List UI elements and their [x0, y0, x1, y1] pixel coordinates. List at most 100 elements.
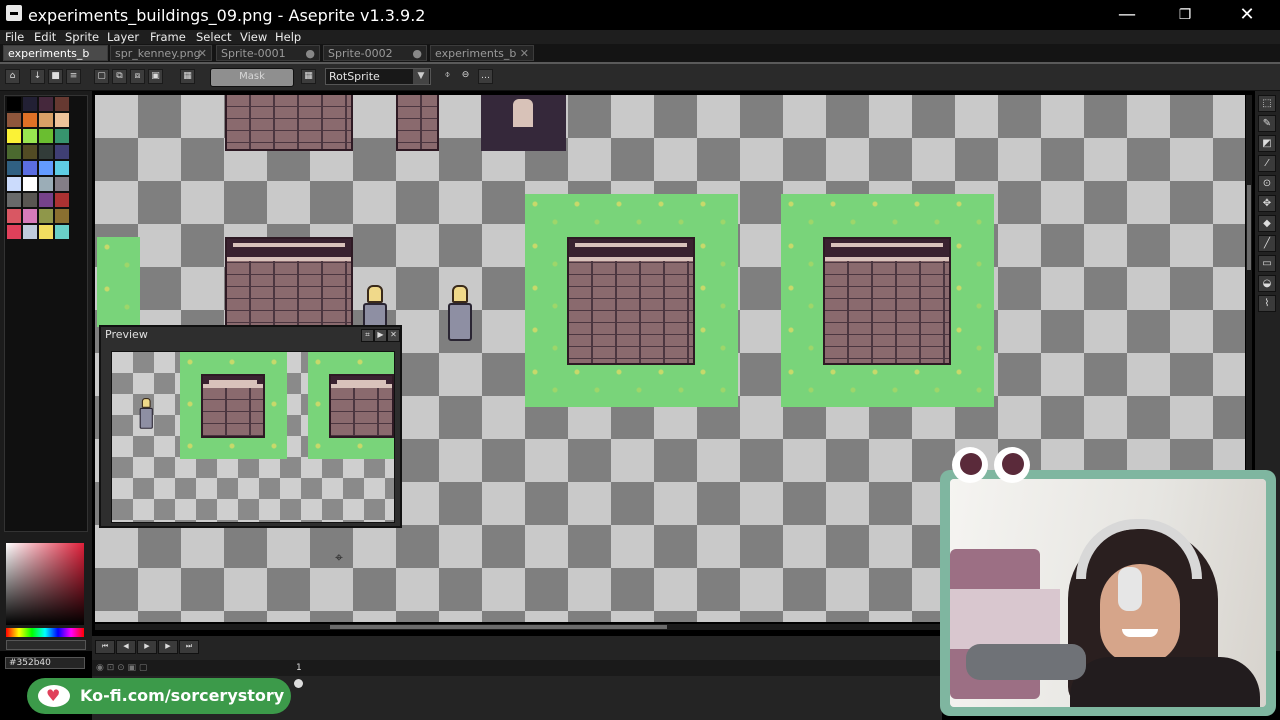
- palette-swatch[interactable]: [55, 225, 69, 239]
- palette-swatch[interactable]: [7, 193, 21, 207]
- vertical-scroll-thumb[interactable]: [1247, 185, 1251, 270]
- preview-center-icon[interactable]: ⌗: [361, 329, 374, 342]
- palette-swatch[interactable]: [39, 129, 53, 143]
- selection-replace-icon[interactable]: ▢: [94, 69, 109, 84]
- down-arrow-icon[interactable]: ↓: [30, 69, 45, 84]
- palette-swatch[interactable]: [7, 177, 21, 191]
- palette-swatch[interactable]: [55, 193, 69, 207]
- list-icon[interactable]: ≡: [66, 69, 81, 84]
- palette-swatch[interactable]: [55, 209, 69, 223]
- blur-tool-icon[interactable]: ⌇: [1258, 295, 1276, 312]
- fill-tool-icon[interactable]: ◆: [1258, 215, 1276, 232]
- palette-swatch[interactable]: [23, 145, 37, 159]
- palette-swatch[interactable]: [7, 97, 21, 111]
- tab-close-icon[interactable]: ✕: [520, 46, 529, 60]
- alpha-slider[interactable]: [6, 640, 86, 650]
- palette-swatch[interactable]: [23, 209, 37, 223]
- lock-icon[interactable]: ⌂: [5, 69, 20, 84]
- palette-swatch[interactable]: [39, 161, 53, 175]
- palette-swatch[interactable]: [39, 145, 53, 159]
- rectangle-tool-icon[interactable]: ▭: [1258, 255, 1276, 272]
- chevron-down-icon[interactable]: ▼: [413, 69, 429, 84]
- tab-spr-kenney[interactable]: spr_kenney.png ✕: [110, 45, 212, 61]
- palette-swatch[interactable]: [23, 97, 37, 111]
- color-hex-field[interactable]: #352b40: [5, 657, 85, 669]
- palette-swatch[interactable]: [39, 209, 53, 223]
- palette-swatch[interactable]: [39, 177, 53, 191]
- palette-swatch[interactable]: [7, 145, 21, 159]
- palette-swatch[interactable]: [55, 161, 69, 175]
- palette-swatch[interactable]: [7, 113, 21, 127]
- mask-button[interactable]: Mask: [210, 68, 294, 87]
- menu-file[interactable]: File: [5, 30, 24, 44]
- tab-sprite-0002[interactable]: Sprite-0002 ●: [323, 45, 427, 61]
- transparent-color-icon[interactable]: ▦: [180, 69, 195, 84]
- close-icon[interactable]: ✕: [1218, 0, 1276, 30]
- eraser-tool-icon[interactable]: ◩: [1258, 135, 1276, 152]
- frame-number[interactable]: 1: [296, 663, 302, 673]
- horizontal-scroll-thumb[interactable]: [330, 625, 667, 629]
- move-tool-icon[interactable]: ✥: [1258, 195, 1276, 212]
- tab-experiments-active[interactable]: experiments_b: [3, 45, 108, 61]
- square-icon[interactable]: ■: [48, 69, 63, 84]
- first-frame-icon[interactable]: ⏮: [95, 640, 115, 654]
- palette-swatch[interactable]: [39, 193, 53, 207]
- zoom-tool-icon[interactable]: ⊙: [1258, 175, 1276, 192]
- tab-experiments-b[interactable]: experiments_b ✕: [430, 45, 534, 61]
- more-options-icon[interactable]: …: [478, 69, 493, 84]
- palette-swatch[interactable]: [39, 113, 53, 127]
- palette-swatch[interactable]: [23, 161, 37, 175]
- palette-swatch[interactable]: [23, 193, 37, 207]
- selection-add-icon[interactable]: ⧉: [112, 69, 127, 84]
- menu-layer[interactable]: Layer: [107, 30, 139, 44]
- tab-close-icon[interactable]: ✕: [198, 46, 207, 60]
- contour-tool-icon[interactable]: ◒: [1258, 275, 1276, 292]
- cel-dot[interactable]: [294, 679, 303, 688]
- palette-swatch[interactable]: [23, 113, 37, 127]
- layer-visibility-icons[interactable]: ◉ ⊡ ⊙ ▣ ▢: [96, 663, 147, 673]
- palette-swatch[interactable]: [55, 97, 69, 111]
- palette-swatch[interactable]: [23, 225, 37, 239]
- hue-slider[interactable]: [6, 628, 84, 637]
- maximize-icon[interactable]: ❐: [1156, 0, 1214, 30]
- menu-sprite[interactable]: Sprite: [65, 30, 99, 44]
- play-icon[interactable]: ▶: [137, 640, 157, 654]
- menu-view[interactable]: View: [240, 30, 267, 44]
- line-tool-icon[interactable]: ╱: [1258, 235, 1276, 252]
- palette-swatch[interactable]: [7, 209, 21, 223]
- transform-pivot-icon[interactable]: ⌽: [440, 69, 455, 84]
- menu-help[interactable]: Help: [275, 30, 301, 44]
- palette-swatch[interactable]: [55, 113, 69, 127]
- previous-frame-icon[interactable]: ◀: [116, 640, 136, 654]
- selection-intersect-icon[interactable]: ▣: [148, 69, 163, 84]
- selection-subtract-icon[interactable]: ⧈: [130, 69, 145, 84]
- tab-sprite-0001[interactable]: Sprite-0001 ●: [216, 45, 320, 61]
- preview-close-icon[interactable]: ✕: [387, 329, 400, 342]
- preview-window[interactable]: Preview ⌗ ▶ ✕: [99, 325, 402, 528]
- pivot-icon[interactable]: ▦: [301, 69, 316, 84]
- palette-swatch[interactable]: [39, 225, 53, 239]
- palette-swatch[interactable]: [55, 145, 69, 159]
- pencil-tool-icon[interactable]: ✎: [1258, 115, 1276, 132]
- last-frame-icon[interactable]: ⏭: [179, 640, 199, 654]
- palette-swatch[interactable]: [23, 129, 37, 143]
- marquee-tool-icon[interactable]: ⬚: [1258, 95, 1276, 112]
- eyedropper-tool-icon[interactable]: ⁄: [1258, 155, 1276, 172]
- palette-swatch[interactable]: [23, 177, 37, 191]
- menu-select[interactable]: Select: [196, 30, 231, 44]
- color-spectrum-picker[interactable]: [6, 543, 84, 625]
- menu-frame[interactable]: Frame: [150, 30, 186, 44]
- minimize-icon[interactable]: —: [1098, 0, 1156, 30]
- palette-swatch[interactable]: [7, 161, 21, 175]
- palette-swatch[interactable]: [39, 97, 53, 111]
- menu-edit[interactable]: Edit: [34, 30, 56, 44]
- palette-swatch[interactable]: [55, 177, 69, 191]
- palette-swatch[interactable]: [7, 225, 21, 239]
- preview-play-icon[interactable]: ▶: [374, 329, 387, 342]
- tab-close-icon[interactable]: ●: [412, 46, 422, 60]
- transform-options-icon[interactable]: ⊖: [458, 69, 473, 84]
- tab-close-icon[interactable]: ●: [305, 46, 315, 60]
- palette-swatch[interactable]: [7, 129, 21, 143]
- next-frame-icon[interactable]: ▶: [158, 640, 178, 654]
- palette-swatch[interactable]: [55, 129, 69, 143]
